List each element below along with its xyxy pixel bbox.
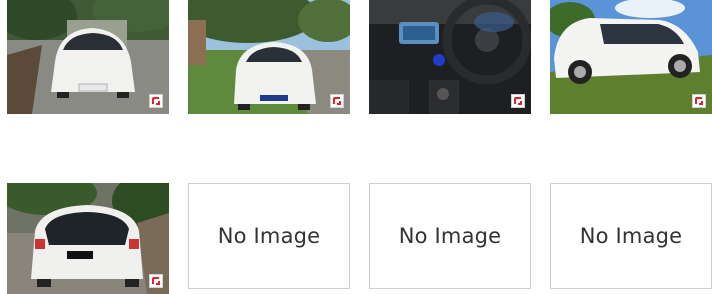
- photo-front-grass: [188, 0, 350, 114]
- gallery-badge-icon: [511, 94, 525, 108]
- no-image-label: No Image: [579, 224, 683, 248]
- photo-interior-dashboard: [369, 0, 531, 114]
- photo-side-hill: [550, 0, 712, 114]
- gallery-placeholder-3: No Image: [550, 183, 712, 289]
- gallery-badge-icon: [149, 94, 163, 108]
- gallery-badge-icon: [692, 94, 706, 108]
- gallery-photo-4[interactable]: [550, 0, 712, 114]
- photo-front-road: [7, 0, 169, 114]
- gallery-photo-1[interactable]: [7, 0, 169, 114]
- gallery-badge-icon: [330, 94, 344, 108]
- gallery-photo-5[interactable]: [7, 183, 169, 294]
- no-image-label: No Image: [217, 224, 321, 248]
- gallery-photo-2[interactable]: [188, 0, 350, 114]
- gallery-badge-icon: [149, 274, 163, 288]
- gallery-photo-3[interactable]: [369, 0, 531, 114]
- no-image-label: No Image: [398, 224, 502, 248]
- gallery-placeholder-1: No Image: [188, 183, 350, 289]
- photo-rear-view: [7, 183, 169, 294]
- photo-gallery-grid: No Image No Image No Image: [0, 0, 712, 294]
- gallery-placeholder-2: No Image: [369, 183, 531, 289]
